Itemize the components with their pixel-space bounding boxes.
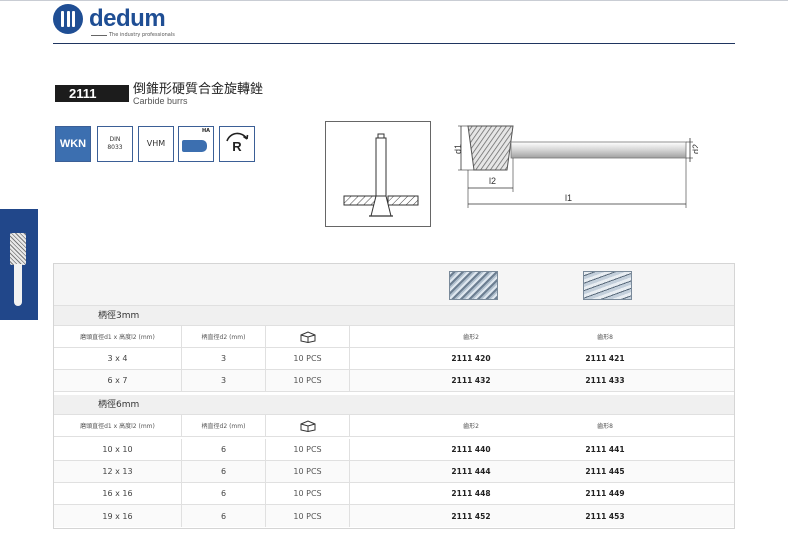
table-row[interactable]: 6 x 7 3 10 PCS 2111 432 2111 433 bbox=[54, 370, 734, 392]
burr-cut-2-image bbox=[449, 271, 498, 300]
dim-d1-label: d1 bbox=[453, 144, 463, 154]
table-subheader: 磨頭直徑d1 x 高度l2 (mm) 柄直徑d2 (mm) 齒形2 齒形8 bbox=[54, 415, 734, 437]
table-row[interactable]: 16 x 16 6 10 PCS 2111 448 2111 449 bbox=[54, 483, 734, 505]
package-icon bbox=[266, 415, 350, 436]
product-code-badge: 2111 bbox=[55, 85, 129, 102]
product-title-cn: 倒錐形硬質合金旋轉銼 bbox=[133, 82, 264, 97]
burr-thumbnail-icon bbox=[10, 233, 26, 265]
header-divider bbox=[53, 43, 735, 44]
table-row[interactable]: 12 x 13 6 10 PCS 2111 444 2111 445 bbox=[54, 461, 734, 483]
burr-cut-8-image bbox=[583, 271, 632, 300]
table-row[interactable]: 10 x 10 6 10 PCS 2111 440 2111 441 bbox=[54, 439, 734, 461]
top-border bbox=[0, 0, 788, 1]
sidebar-category-tab[interactable] bbox=[0, 209, 38, 320]
logo-emblem-icon bbox=[53, 4, 83, 34]
application-illustration bbox=[325, 121, 431, 227]
din-badge: DIN 8033 bbox=[97, 126, 133, 162]
ha-shank-icon: HA bbox=[178, 126, 214, 162]
brand-logo: dedum The industry professionals bbox=[53, 4, 193, 38]
product-table: 柄徑3mm 磨頭直徑d1 x 高度l2 (mm) 柄直徑d2 (mm) 齒形2 … bbox=[53, 263, 735, 529]
dim-d2-label: d2 bbox=[691, 144, 698, 154]
group-title: 柄徑3mm bbox=[54, 306, 734, 326]
brand-name: dedum bbox=[89, 5, 166, 32]
cut-type-images-row bbox=[54, 264, 734, 306]
table-row[interactable]: 3 x 4 3 10 PCS 2111 420 2111 421 bbox=[54, 348, 734, 370]
technical-drawing: d1 d2 l2 l1 bbox=[453, 118, 701, 218]
vhm-badge: VHM bbox=[138, 126, 174, 162]
table-row[interactable]: 19 x 16 6 10 PCS 2111 452 2111 453 bbox=[54, 505, 734, 527]
group-title: 柄徑6mm bbox=[54, 395, 734, 415]
dim-l2-label: l2 bbox=[489, 176, 496, 186]
package-icon bbox=[266, 326, 350, 347]
dim-l1-label: l1 bbox=[565, 193, 572, 203]
brand-tagline: The industry professionals bbox=[109, 32, 175, 38]
wkn-badge: WKN bbox=[55, 126, 91, 162]
table-subheader: 磨頭直徑d1 x 高度l2 (mm) 柄直徑d2 (mm) 齒形2 齒形8 bbox=[54, 326, 734, 348]
product-title-en: Carbide burrs bbox=[133, 96, 188, 106]
right-rotation-icon: R bbox=[219, 126, 255, 162]
